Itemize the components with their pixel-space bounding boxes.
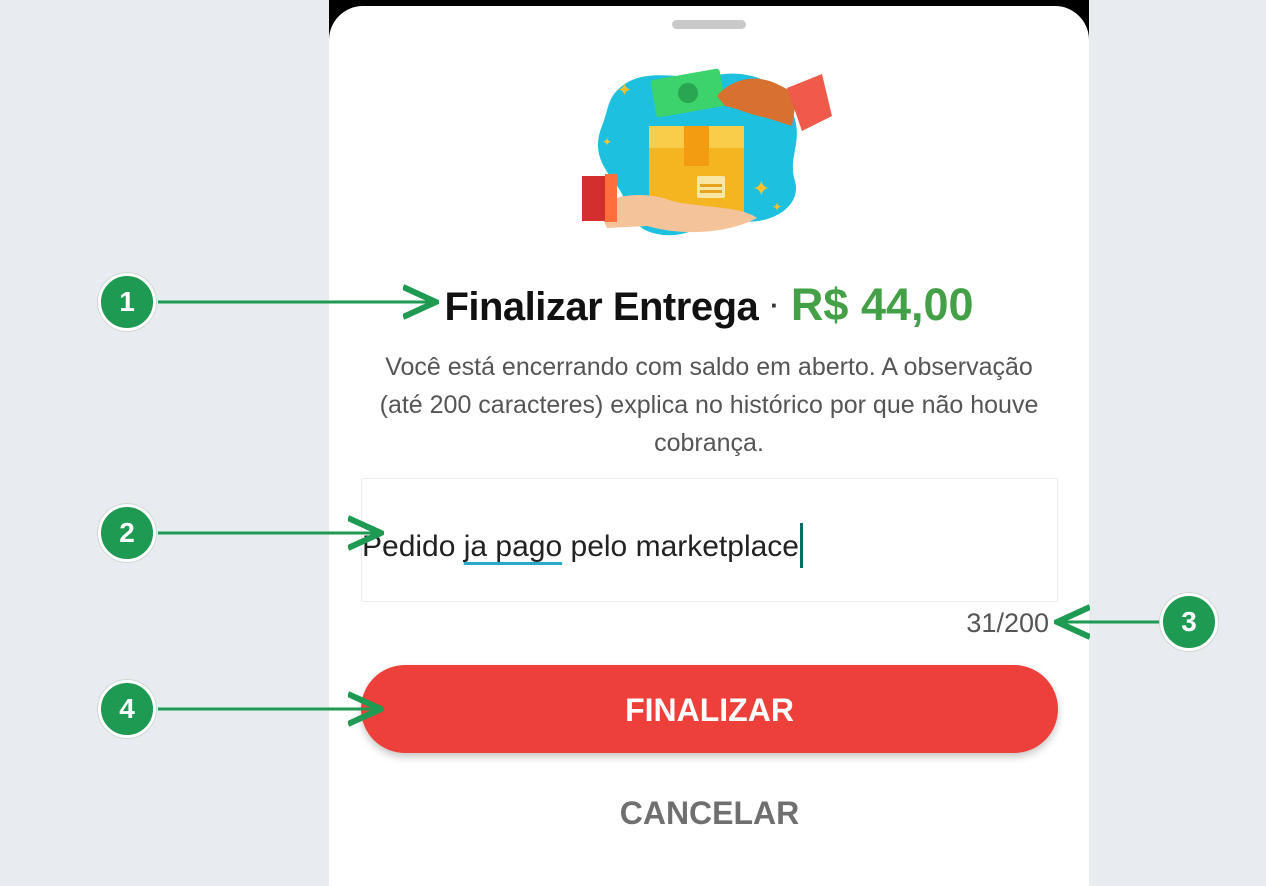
annotation-badge-4: 4 xyxy=(98,680,156,738)
annotation-badge-1: 1 xyxy=(98,273,156,331)
annotation-arrows xyxy=(158,0,1160,876)
annotation-badge-2: 2 xyxy=(98,504,156,562)
annotation-badge-3: 3 xyxy=(1160,593,1218,651)
